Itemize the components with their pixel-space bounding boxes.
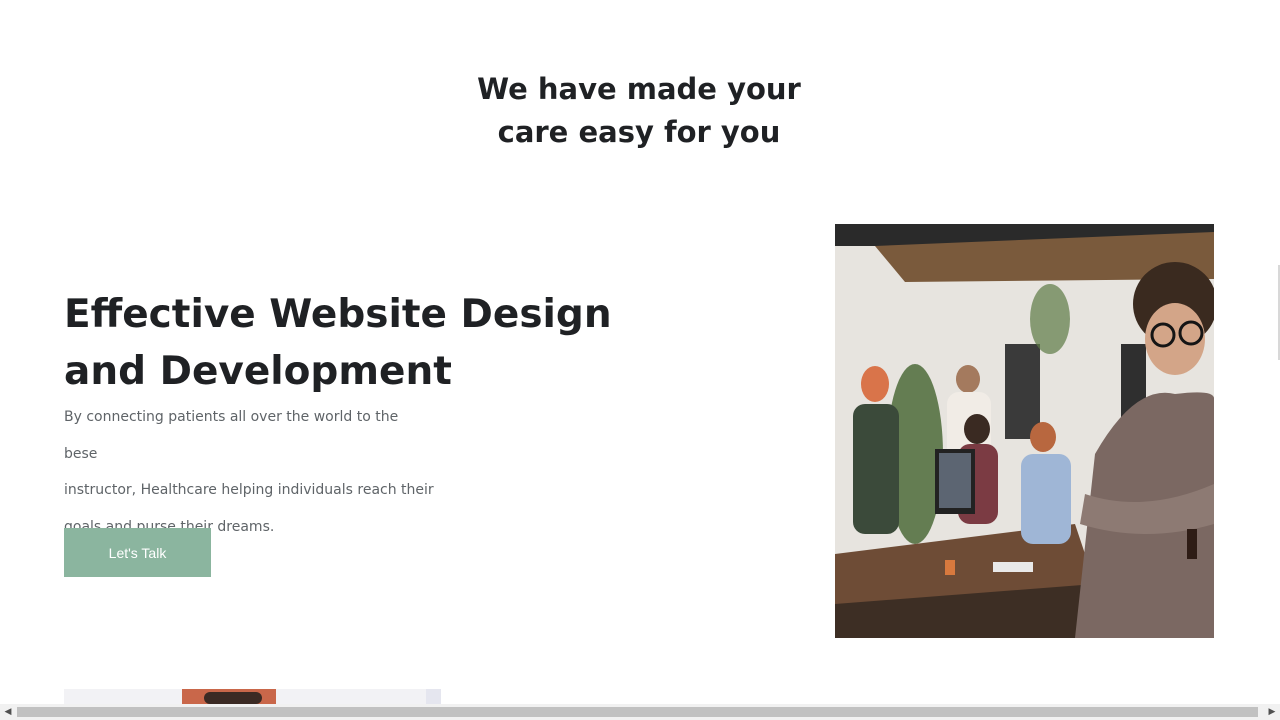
scroll-left-arrow-icon[interactable]: ◀ [0, 704, 16, 720]
page: We have made your care easy for you Effe… [0, 0, 1280, 720]
scrollbar-thumb[interactable] [17, 707, 1258, 717]
hero-description-line-1: By connecting patients all over the worl… [64, 409, 399, 462]
hero-description: By connecting patients all over the worl… [64, 399, 434, 545]
hero-title-line-2: and Development [64, 349, 452, 394]
hero-title: Effective Website Design and Development [64, 286, 624, 400]
section-heading-line-2: care easy for you [497, 115, 781, 149]
hero-photo-team-office [835, 224, 1214, 638]
next-section-photo [64, 689, 441, 704]
lets-talk-button[interactable]: Let's Talk [64, 528, 211, 577]
section-heading-line-1: We have made your [477, 72, 801, 106]
scroll-right-arrow-icon[interactable]: ▶ [1264, 704, 1280, 720]
hero-description-line-2: instructor, Healthcare helping individua… [64, 482, 434, 498]
horizontal-scrollbar[interactable]: ◀ ▶ [0, 704, 1280, 720]
section-heading: We have made your care easy for you [440, 68, 838, 154]
hero-title-line-1: Effective Website Design [64, 292, 612, 337]
